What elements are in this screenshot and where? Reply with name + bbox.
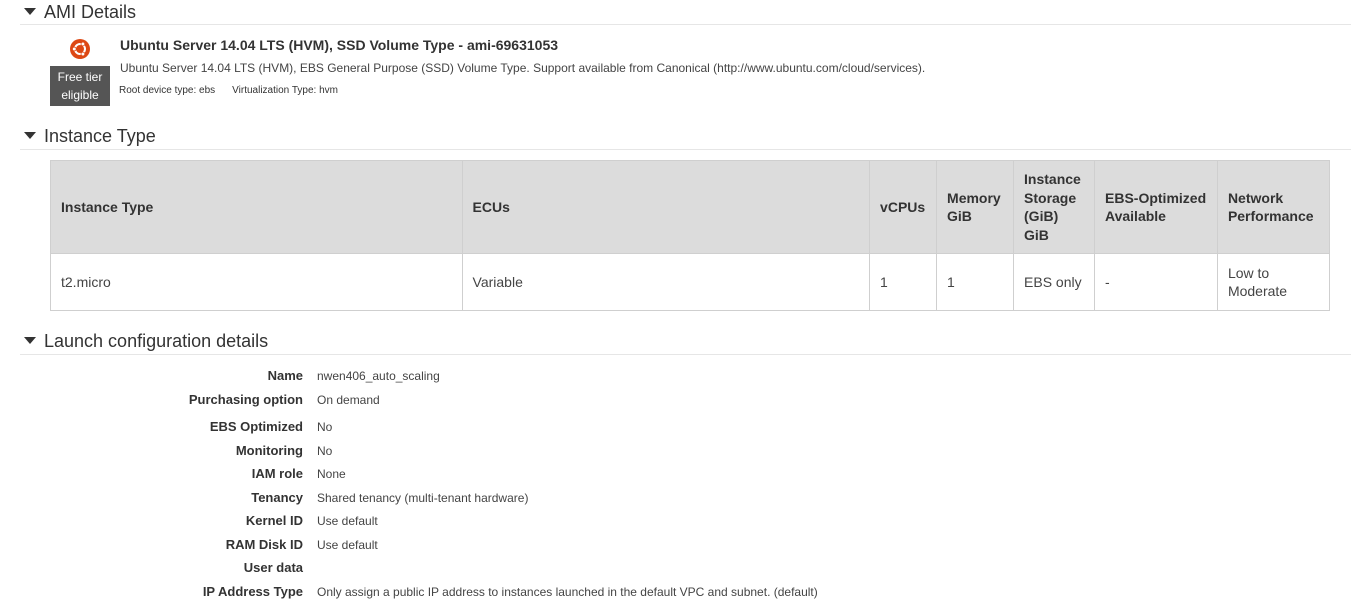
header-line: Network [1227, 189, 1284, 206]
detail-value: Use default [317, 538, 378, 552]
header-line: EBS-Optimized [1105, 189, 1207, 206]
ami-meta: Root device type: ebs Virtualization Type… [119, 85, 338, 96]
detail-label: Purchasing option [188, 392, 303, 407]
header-line: Instance Type [61, 198, 154, 215]
table-header-row: Instance Type ECUs vCPUs Memory GiB Inst… [50, 160, 1331, 254]
ubuntu-logo-icon [70, 39, 90, 59]
detail-value: On demand [317, 393, 380, 407]
cell-memory: 1 [936, 253, 1015, 311]
header-line: vCPUs [880, 198, 926, 215]
detail-value: Use default [317, 514, 378, 528]
column-header-ebs-optimized[interactable]: EBS-Optimized Available [1094, 160, 1218, 254]
header-line: Performance [1227, 208, 1314, 224]
header-line: Memory [947, 189, 1001, 206]
column-header-network-performance[interactable]: Network Performance [1216, 160, 1331, 254]
section-title: Instance Type [44, 126, 156, 146]
detail-label: Name [267, 368, 303, 383]
detail-row-user-data: User data [0, 560, 1351, 580]
virtualization-type: Virtualization Type: hvm [232, 85, 338, 96]
detail-label: Tenancy [251, 490, 303, 505]
header-line: GiB [947, 208, 972, 224]
header-line: Instance [1024, 171, 1081, 187]
cell-line: Moderate [1227, 283, 1288, 299]
cell-ebs-optimized: - [1094, 253, 1218, 311]
section-header-launch-configuration[interactable]: Launch configuration details [20, 329, 1351, 355]
detail-row-name: Name nwen406_auto_scaling [0, 368, 1351, 388]
detail-row-ebs-optimized: EBS Optimized No [0, 419, 1351, 439]
column-header-instance-storage[interactable]: Instance Storage (GiB) GiB [1013, 160, 1095, 254]
caret-down-icon [24, 8, 36, 15]
detail-row-ip-address-type: IP Address Type Only assign a public IP … [0, 584, 1351, 604]
cell-vcpus: 1 [869, 253, 938, 311]
detail-row-monitoring: Monitoring No [0, 443, 1351, 463]
free-tier-line: eligible [61, 88, 99, 102]
header-line: ECUs [472, 198, 510, 215]
detail-label: User data [243, 560, 303, 575]
table-row[interactable]: t2.micro Variable 1 1 EBS only - Low to … [50, 253, 1331, 311]
column-header-instance-type[interactable]: Instance Type [50, 160, 463, 254]
detail-label: RAM Disk ID [225, 537, 303, 552]
section-header-instance-type[interactable]: Instance Type [20, 124, 1351, 150]
cell-instance-storage: EBS only [1013, 253, 1095, 311]
detail-label: IP Address Type [202, 584, 303, 599]
detail-value: Only assign a public IP address to insta… [317, 585, 818, 599]
cell-network-performance: Low to Moderate [1216, 253, 1331, 311]
section-header-ami-details[interactable]: AMI Details [20, 0, 1351, 25]
root-device-type: Root device type: ebs [119, 85, 216, 96]
caret-down-icon [24, 337, 36, 344]
header-line: (GiB) [1024, 208, 1059, 224]
detail-label: Monitoring [235, 443, 303, 458]
detail-label: EBS Optimized [209, 419, 303, 434]
header-line: Storage [1024, 189, 1077, 206]
header-line: GiB [1024, 226, 1049, 243]
detail-row-iam-role: IAM role None [0, 466, 1351, 486]
section-title: AMI Details [44, 2, 137, 22]
column-header-ecus[interactable]: ECUs [461, 160, 871, 254]
detail-row-ram-disk-id: RAM Disk ID Use default [0, 537, 1351, 557]
detail-value: Shared tenancy (multi-tenant hardware) [317, 491, 529, 505]
cell-instance-type: t2.micro [50, 253, 463, 311]
detail-value: No [317, 444, 333, 458]
cell-line: Low to [1227, 265, 1270, 281]
instance-type-table: Instance Type ECUs vCPUs Memory GiB Inst… [50, 160, 1331, 311]
ami-logo-block: Free tier eligible [50, 36, 110, 106]
ami-description: Ubuntu Server 14.04 LTS (HVM), EBS Gener… [120, 61, 926, 75]
section-title: Launch configuration details [44, 331, 269, 351]
detail-label: IAM role [251, 466, 303, 481]
detail-row-tenancy: Tenancy Shared tenancy (multi-tenant har… [0, 490, 1351, 510]
detail-value: None [317, 467, 346, 481]
column-header-vcpus[interactable]: vCPUs [869, 160, 938, 254]
column-header-memory[interactable]: Memory GiB [936, 160, 1015, 254]
header-line: Available [1105, 208, 1166, 224]
detail-row-purchasing-option: Purchasing option On demand [0, 392, 1351, 412]
cell-ecus: Variable [461, 253, 871, 311]
detail-label: Kernel ID [245, 513, 303, 528]
detail-row-kernel-id: Kernel ID Use default [0, 513, 1351, 533]
caret-down-icon [24, 132, 36, 139]
free-tier-badge: Free tier eligible [50, 66, 110, 106]
free-tier-line: Free tier [57, 70, 103, 84]
ami-title: Ubuntu Server 14.04 LTS (HVM), SSD Volum… [120, 37, 559, 53]
detail-value: nwen406_auto_scaling [317, 369, 440, 383]
detail-value: No [317, 420, 333, 434]
